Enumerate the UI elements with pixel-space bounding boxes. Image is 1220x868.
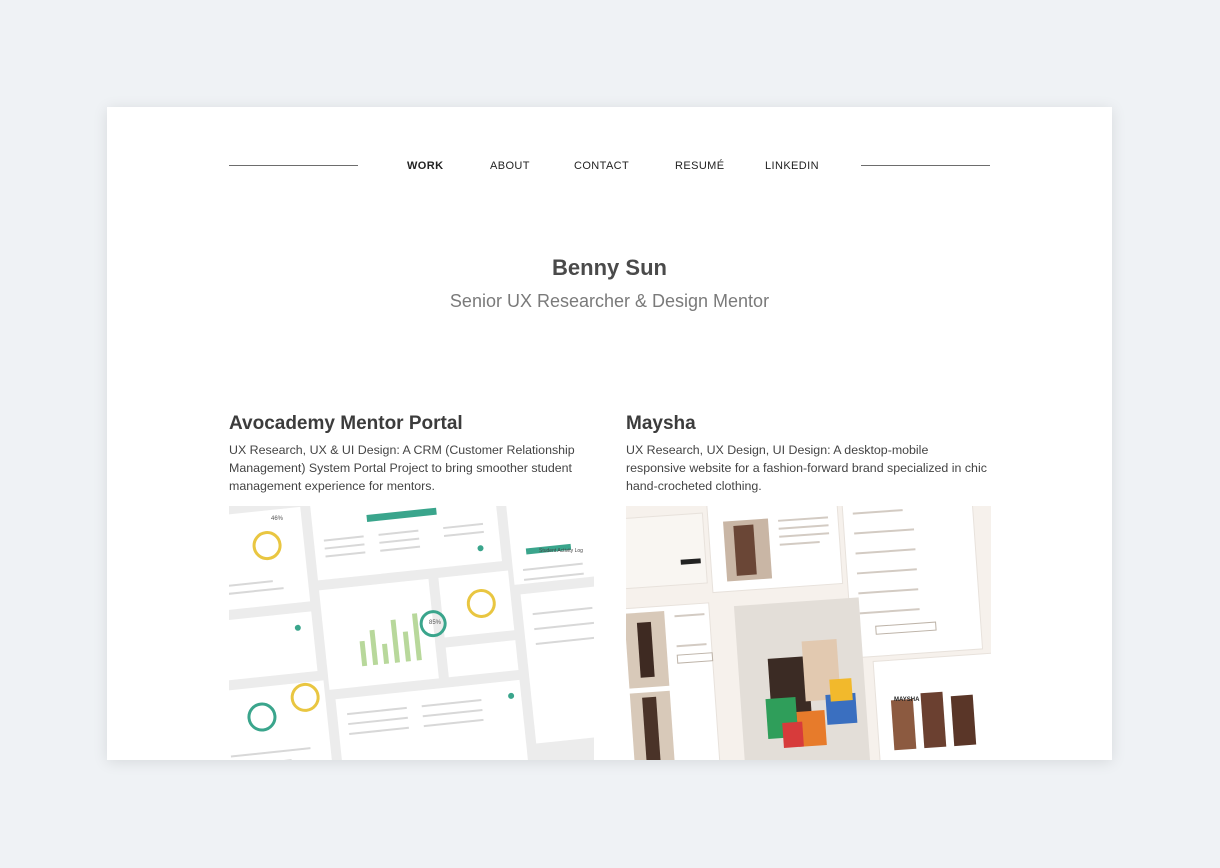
nav-about-link[interactable]: ABOUT [490,159,530,173]
project-title[interactable]: Maysha [626,412,991,436]
project-description: UX Research, UX Design, UI Design: A des… [626,443,987,493]
stat-label: 85% [429,620,442,626]
project-title[interactable]: Avocademy Mentor Portal [229,412,594,436]
hero-role: Senior UX Researcher & Design Mentor [449,291,770,311]
hero-name: Benny Sun [552,255,667,280]
portfolio-page: WORK ABOUT CONTACT RESUMÉ LINKEDIN Benny… [107,107,1112,760]
nav-contact-link[interactable]: CONTACT [574,159,629,173]
brand-logo-text: MAYSHA [894,697,920,703]
fashion-collage-image: MAYSHA [626,506,991,760]
project-thumbnail-maysha[interactable]: MAYSHA [626,506,991,760]
project-card-avocademy[interactable]: Avocademy Mentor Portal UX Research, UX … [229,412,594,495]
project-description: UX Research, UX & UI Design: A CRM (Cust… [229,443,575,493]
nav-divider-right [861,165,990,166]
dashboard-collage-image: 46% 85% Student Activity Log [229,506,594,760]
stat-label: 46% [271,516,284,522]
nav-work-link[interactable]: WORK [407,159,443,173]
panel-title: Student Activity Log [539,548,583,554]
project-thumbnail-avocademy[interactable]: 46% 85% Student Activity Log [229,506,594,760]
project-card-maysha[interactable]: Maysha UX Research, UX Design, UI Design… [626,412,991,495]
top-nav: WORK ABOUT CONTACT RESUMÉ LINKEDIN [229,159,990,173]
nav-resume-link[interactable]: RESUMÉ [675,159,724,173]
nav-divider-left [229,165,358,166]
nav-linkedin-link[interactable]: LINKEDIN [765,159,819,173]
